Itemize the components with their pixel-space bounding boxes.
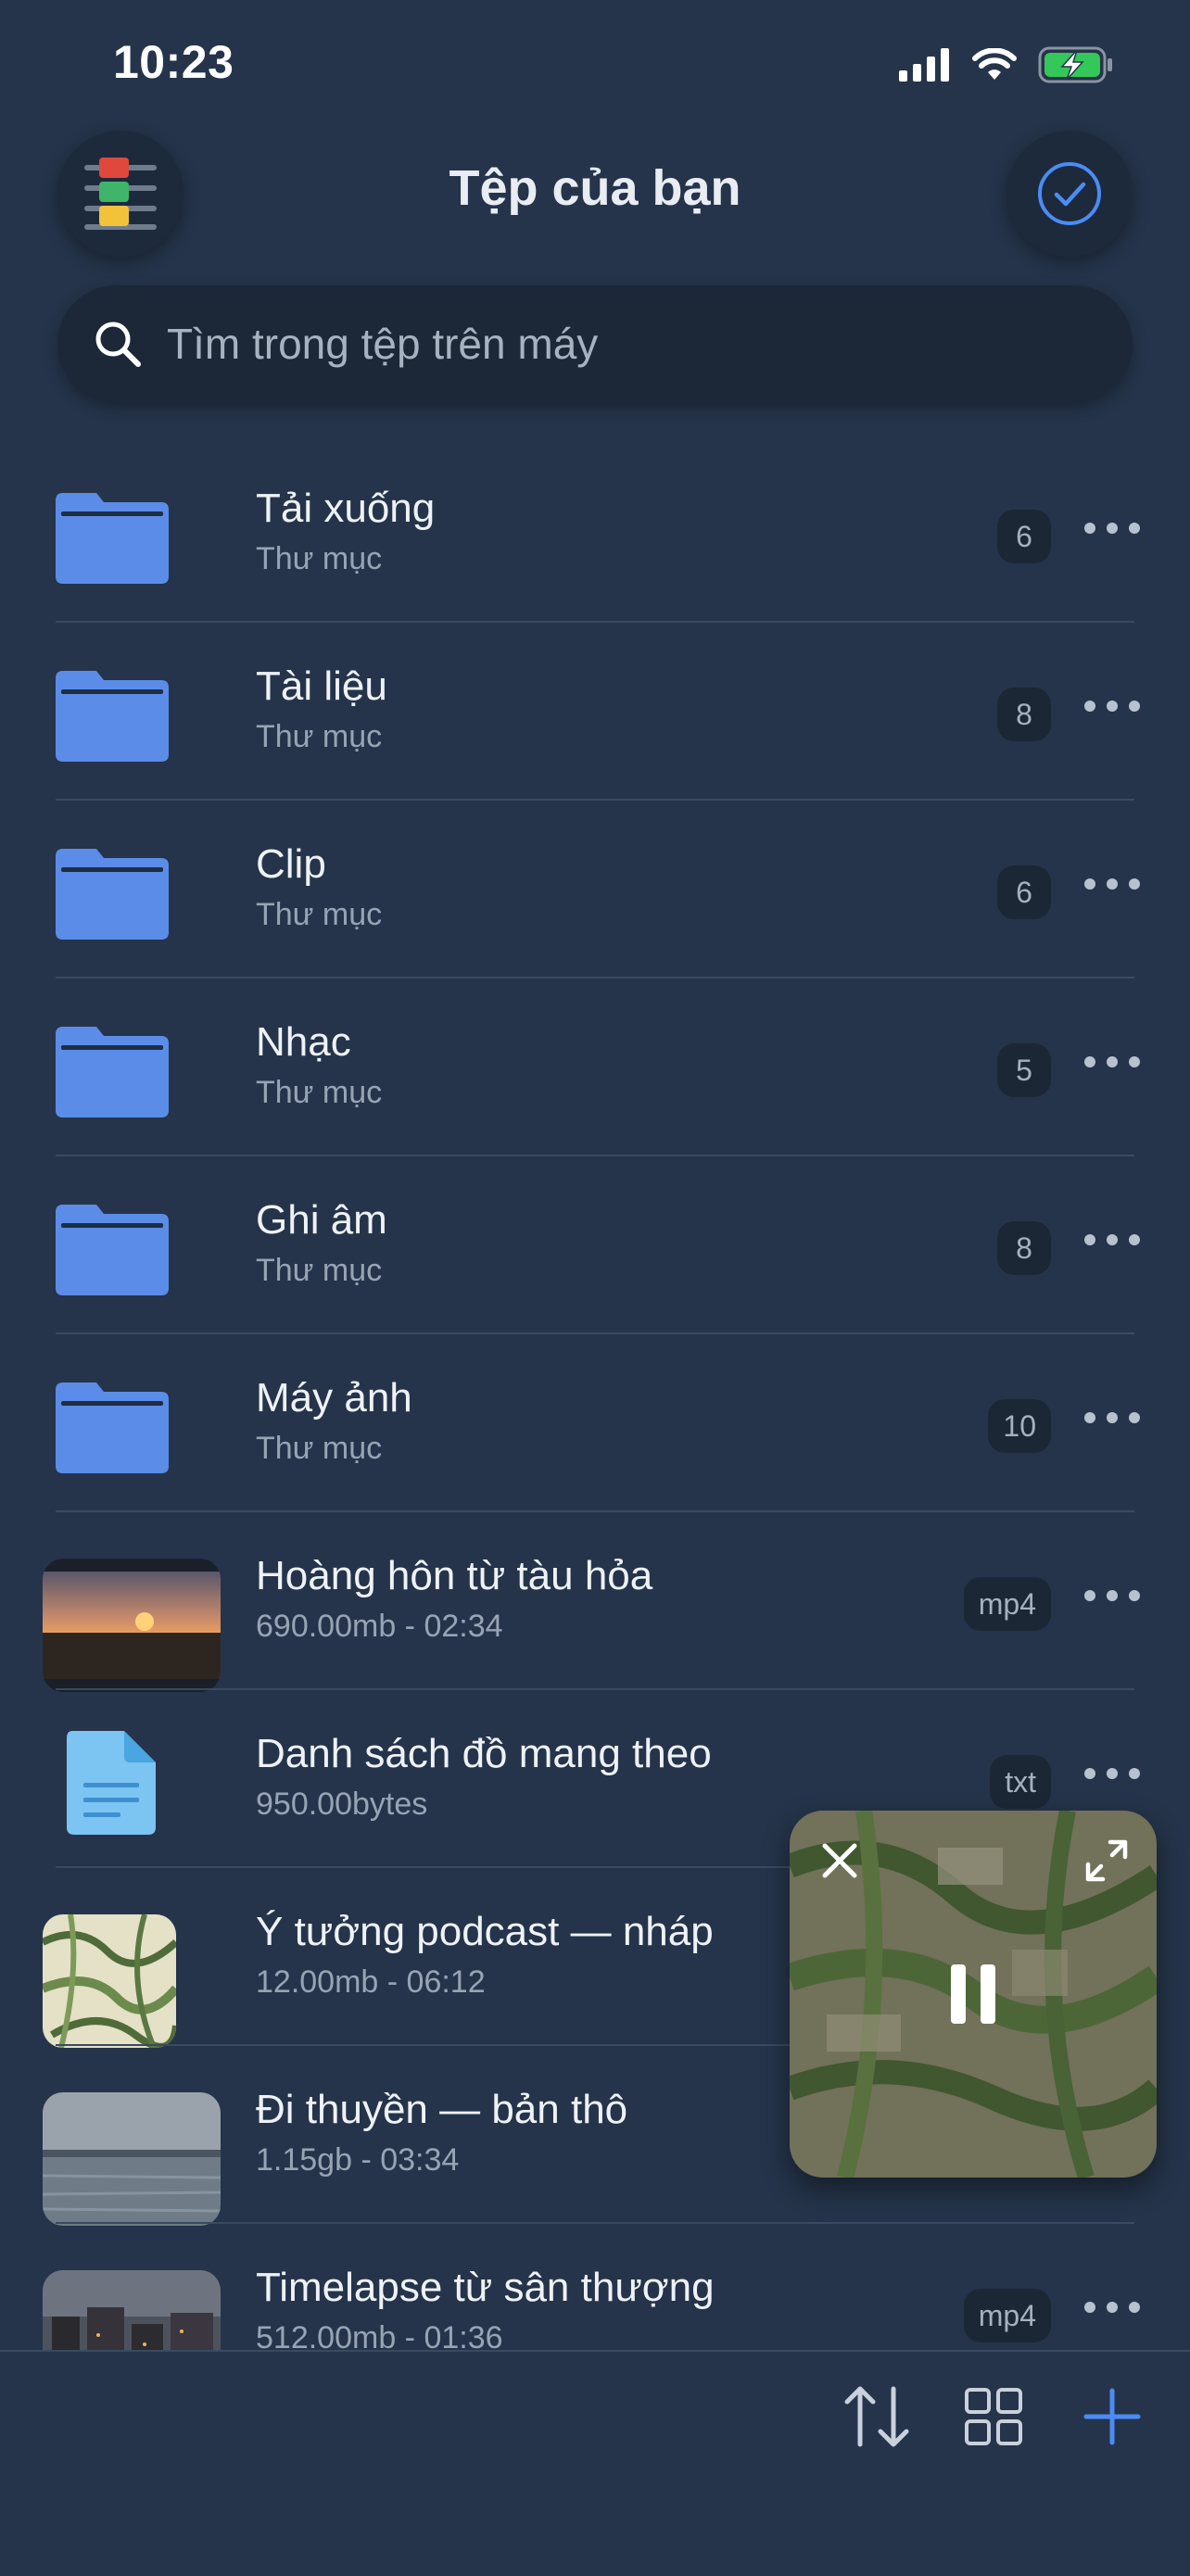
folder-icon bbox=[56, 849, 169, 940]
more-options-icon[interactable] bbox=[1084, 2302, 1140, 2313]
folder-icon bbox=[56, 493, 169, 584]
file-subtitle: Thư mục bbox=[256, 1253, 383, 1288]
list-item[interactable]: Máy ảnh Thư mục 10 bbox=[0, 1334, 1190, 1512]
item-count-badge: 10 bbox=[988, 1399, 1051, 1453]
grid-view-icon[interactable] bbox=[964, 2387, 1023, 2446]
video-thumbnail bbox=[43, 1559, 221, 1692]
list-item[interactable]: Tài liệu Thư mục 8 bbox=[0, 623, 1190, 801]
list-item[interactable]: Hoàng hôn từ tàu hỏa 690.00mb - 02:34 mp… bbox=[0, 1512, 1190, 1692]
more-options-icon[interactable] bbox=[1084, 878, 1140, 890]
text-document-icon bbox=[67, 1731, 156, 1835]
list-item[interactable]: Ghi âm Thư mục 8 bbox=[0, 1156, 1190, 1334]
file-type-badge: txt bbox=[990, 1755, 1051, 1809]
file-subtitle: Thư mục bbox=[256, 897, 383, 932]
file-subtitle: 12.00mb - 06:12 bbox=[256, 1964, 486, 2000]
cellular-signal-icon bbox=[899, 48, 949, 82]
file-subtitle: Thư mục bbox=[256, 541, 383, 576]
file-name: Timelapse từ sân thượng bbox=[256, 2265, 715, 2310]
folder-icon bbox=[56, 1027, 169, 1118]
item-count-badge: 6 bbox=[997, 510, 1051, 563]
file-name: Hoàng hôn từ tàu hỏa bbox=[256, 1553, 653, 1598]
list-item[interactable]: Timelapse từ sân thượng 512.00mb - 01:36… bbox=[0, 2224, 1190, 2350]
list-item[interactable]: Tải xuống Thư mục 6 bbox=[0, 445, 1190, 623]
expand-icon[interactable] bbox=[1084, 1838, 1129, 1883]
status-time: 10:23 bbox=[113, 36, 234, 88]
item-count-badge: 6 bbox=[997, 865, 1051, 919]
plus-icon[interactable] bbox=[1082, 2387, 1142, 2446]
file-subtitle: Thư mục bbox=[256, 719, 383, 754]
file-type-badge: mp4 bbox=[963, 2289, 1051, 2342]
search-icon bbox=[95, 322, 141, 367]
sort-arrows-icon[interactable] bbox=[840, 2380, 914, 2454]
file-name: Danh sách đồ mang theo bbox=[256, 1731, 712, 1776]
more-options-icon[interactable] bbox=[1084, 701, 1140, 712]
video-thumbnail bbox=[43, 2270, 221, 2350]
file-subtitle: 512.00mb - 01:36 bbox=[256, 2320, 503, 2350]
file-subtitle: 690.00mb - 02:34 bbox=[256, 1609, 503, 1644]
search-bar[interactable] bbox=[57, 285, 1133, 402]
select-button[interactable] bbox=[1006, 131, 1133, 257]
more-options-icon[interactable] bbox=[1084, 1590, 1140, 1601]
file-name: Đi thuyền — bản thô bbox=[256, 2087, 628, 2132]
more-options-icon[interactable] bbox=[1084, 1768, 1140, 1779]
status-icons bbox=[899, 46, 1114, 83]
more-options-icon[interactable] bbox=[1084, 1056, 1140, 1067]
file-name: Nhạc bbox=[256, 1019, 351, 1065]
check-circle-icon bbox=[1038, 162, 1101, 225]
item-count-badge: 8 bbox=[997, 1221, 1051, 1275]
file-name: Tài liệu bbox=[256, 663, 387, 709]
file-subtitle: 950.00bytes bbox=[256, 1787, 428, 1822]
file-type-badge: mp4 bbox=[963, 1577, 1051, 1631]
mini-player[interactable] bbox=[790, 1811, 1157, 2178]
item-count-badge: 8 bbox=[997, 688, 1051, 741]
file-subtitle: Thư mục bbox=[256, 1075, 383, 1110]
item-count-badge: 5 bbox=[997, 1043, 1051, 1097]
folder-icon bbox=[56, 1383, 169, 1473]
more-options-icon[interactable] bbox=[1084, 1234, 1140, 1245]
audio-thumbnail bbox=[43, 1914, 176, 2048]
file-name: Ghi âm bbox=[256, 1197, 387, 1243]
bottom-toolbar bbox=[0, 2350, 1190, 2576]
folder-icon bbox=[56, 671, 169, 762]
file-name: Máy ảnh bbox=[256, 1375, 412, 1421]
more-options-icon[interactable] bbox=[1084, 523, 1140, 534]
more-options-icon[interactable] bbox=[1084, 1412, 1140, 1423]
wifi-icon bbox=[972, 48, 1017, 80]
pause-icon[interactable] bbox=[947, 1963, 999, 2026]
battery-charging-icon bbox=[1038, 46, 1112, 83]
list-item[interactable]: Nhạc Thư mục 5 bbox=[0, 979, 1190, 1156]
file-name: Tải xuống bbox=[256, 486, 436, 531]
video-thumbnail bbox=[43, 2092, 221, 2226]
folder-icon bbox=[56, 1205, 169, 1295]
file-name: Ý tưởng podcast — nháp bbox=[256, 1909, 714, 1954]
file-subtitle: 1.15gb - 03:34 bbox=[256, 2142, 460, 2178]
file-subtitle: Thư mục bbox=[256, 1431, 383, 1466]
close-icon[interactable] bbox=[821, 1842, 858, 1879]
list-item[interactable]: Clip Thư mục 6 bbox=[0, 801, 1190, 979]
search-input[interactable] bbox=[165, 318, 1095, 370]
file-name: Clip bbox=[256, 841, 326, 887]
